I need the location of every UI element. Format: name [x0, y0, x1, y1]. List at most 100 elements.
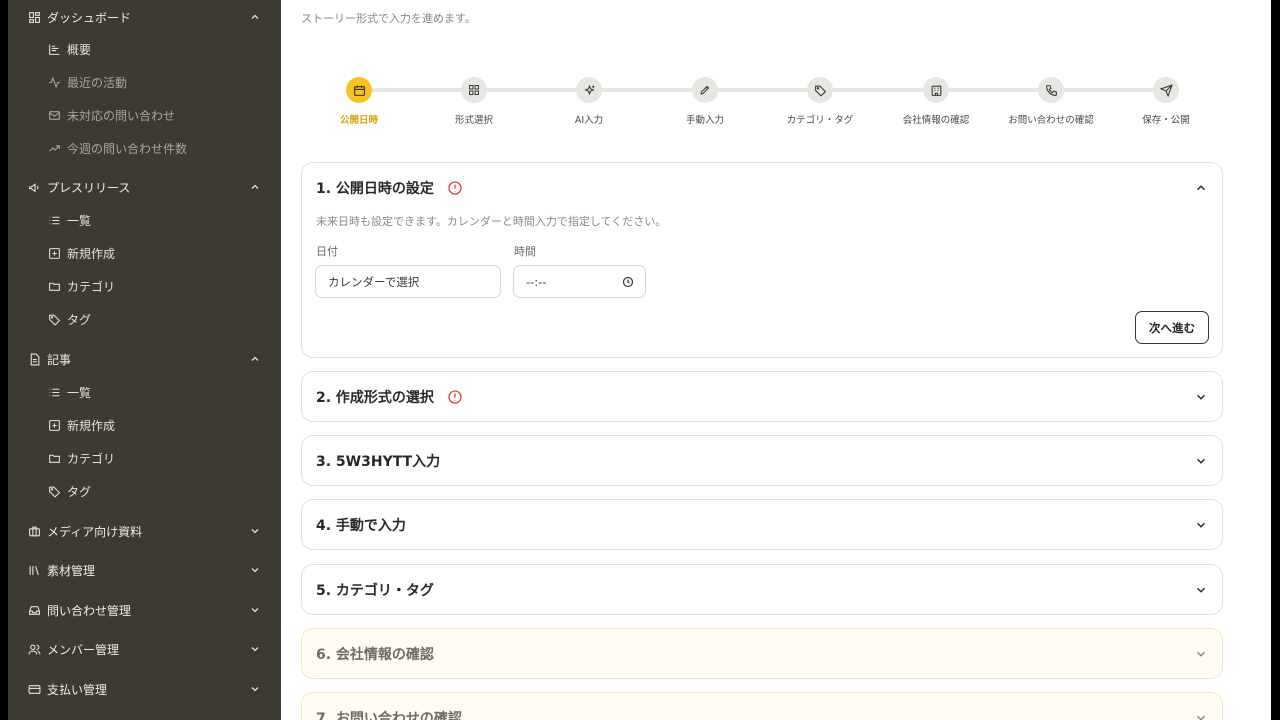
- step-ai-input[interactable]: AI入力: [529, 70, 649, 126]
- chevron-down-icon[interactable]: [1194, 711, 1208, 720]
- date-placeholder: カレンダーで選択: [328, 274, 420, 289]
- tags-icon: [807, 77, 833, 103]
- clock-icon: [622, 276, 634, 288]
- chevron-up-icon[interactable]: [1194, 181, 1208, 195]
- step-category-tag[interactable]: カテゴリ・タグ: [760, 70, 880, 126]
- section-contact-info[interactable]: 7. お問い合わせの確認: [301, 692, 1223, 720]
- section-title: 4. 手動で入力: [316, 518, 406, 534]
- sidebar-item-press-category[interactable]: カテゴリ: [8, 272, 281, 300]
- chevron-down-icon[interactable]: [1194, 390, 1208, 404]
- folder-icon: [47, 451, 61, 465]
- tag-icon: [47, 484, 61, 498]
- sidebar-section-billing[interactable]: 支払い管理: [8, 674, 281, 704]
- section-header[interactable]: 4. 手動で入力: [316, 515, 406, 535]
- sidebar-item-press-new[interactable]: 新規作成: [8, 239, 281, 267]
- step-label: 保存・公開: [1142, 115, 1190, 126]
- sidebar-item-label: タグ: [67, 312, 92, 327]
- chevron-down-icon[interactable]: [1194, 454, 1208, 468]
- sidebar-section-label: プレスリリース: [47, 180, 131, 195]
- building-icon: [923, 77, 949, 103]
- chevron-up-icon: [249, 353, 261, 365]
- sidebar-item-weekly-inquiries[interactable]: 今週の問い合わせ件数: [8, 134, 281, 162]
- sidebar-item-label: タグ: [67, 484, 92, 499]
- chevron-down-icon: [249, 604, 261, 616]
- document-icon: [27, 352, 41, 366]
- step-format[interactable]: 形式選択: [414, 70, 534, 126]
- section-publish-date: 1. 公開日時の設定 未来日時も設定できます。カレンダーと時間入力で指定してくだ…: [301, 162, 1223, 358]
- sidebar-section-dashboard[interactable]: ダッシュボード: [8, 2, 281, 32]
- sidebar-item-label: カテゴリ: [67, 279, 116, 294]
- chevron-down-icon: [249, 525, 261, 537]
- sidebar-item-press-list[interactable]: 一覧: [8, 206, 281, 234]
- library-icon: [27, 563, 41, 577]
- sidebar-item-overview[interactable]: 概要: [8, 35, 281, 63]
- section-company-info[interactable]: 6. 会社情報の確認: [301, 628, 1223, 679]
- chevron-down-icon[interactable]: [1194, 647, 1208, 661]
- send-icon: [1153, 77, 1179, 103]
- chart-icon: [47, 42, 61, 56]
- step-label: 手動入力: [685, 115, 724, 126]
- section-header[interactable]: 7. お問い合わせの確認: [316, 708, 462, 720]
- sidebar-section-label: メディア向け資料: [47, 524, 143, 539]
- step-contact-info[interactable]: お問い合わせの確認: [991, 70, 1111, 126]
- section-header[interactable]: 5. カテゴリ・タグ: [316, 580, 434, 600]
- sidebar-section-label: 問い合わせ管理: [47, 603, 132, 618]
- sidebar-item-label: 一覧: [67, 385, 92, 400]
- sidebar-item-article-tag[interactable]: タグ: [8, 477, 281, 505]
- alert-circle-icon: [447, 180, 463, 196]
- section-5w3h-input[interactable]: 3. 5W3HYTT入力: [301, 435, 1223, 486]
- section-header[interactable]: 2. 作成形式の選択: [316, 387, 463, 407]
- sidebar-section-label: 記事: [47, 352, 72, 367]
- sidebar-item-article-new[interactable]: 新規作成: [8, 411, 281, 439]
- sidebar-item-label: 一覧: [67, 213, 92, 228]
- sidebar-item-press-tag[interactable]: タグ: [8, 305, 281, 333]
- chevron-down-icon: [249, 683, 261, 695]
- sidebar-item-unanswered-inquiries[interactable]: 未対応の問い合わせ: [8, 101, 281, 129]
- page-subtitle: ストーリー形式で入力を進めます。: [301, 12, 476, 25]
- step-manual-input[interactable]: 手動入力: [645, 70, 765, 126]
- phone-icon: [1038, 77, 1064, 103]
- step-label: 公開日時: [339, 115, 378, 126]
- window-edge: [1271, 0, 1280, 720]
- date-picker-input[interactable]: カレンダーで選択: [315, 265, 501, 298]
- section-manual-input[interactable]: 4. 手動で入力: [301, 499, 1223, 550]
- sidebar-item-label: 今週の問い合わせ件数: [67, 141, 188, 156]
- sidebar-section-inquiries[interactable]: 問い合わせ管理: [8, 595, 281, 625]
- sidebar-section-article[interactable]: 記事: [8, 344, 281, 374]
- folder-icon: [47, 279, 61, 293]
- section-header[interactable]: 6. 会社情報の確認: [316, 644, 434, 664]
- section-header[interactable]: 3. 5W3HYTT入力: [316, 451, 440, 471]
- sidebar-section-label: 支払い管理: [47, 682, 108, 697]
- alert-circle-icon: [447, 389, 463, 405]
- megaphone-icon: [27, 180, 41, 194]
- chevron-down-icon[interactable]: [1194, 583, 1208, 597]
- section-header[interactable]: 1. 公開日時の設定: [316, 178, 463, 198]
- sidebar-section-press-release[interactable]: プレスリリース: [8, 172, 281, 202]
- main-content: ストーリー形式で入力を進めます。 公開日時 形式選択 AI入力 手動入力 カテゴ…: [281, 0, 1271, 720]
- sidebar-item-article-category[interactable]: カテゴリ: [8, 444, 281, 472]
- next-button[interactable]: 次へ進む: [1135, 311, 1209, 344]
- inbox-icon: [27, 603, 41, 617]
- section-title: 6. 会社情報の確認: [316, 647, 434, 663]
- sidebar-item-recent-activity[interactable]: 最近の活動: [8, 68, 281, 96]
- chevron-down-icon[interactable]: [1194, 518, 1208, 532]
- progress-stepper: 公開日時 形式選択 AI入力 手動入力 カテゴリ・タグ 会社情報の確認 お問い合…: [301, 70, 1251, 130]
- step-company-info[interactable]: 会社情報の確認: [876, 70, 996, 126]
- sidebar-section-media-kit[interactable]: メディア向け資料: [8, 516, 281, 546]
- plus-square-icon: [47, 418, 61, 432]
- sidebar-item-label: 新規作成: [67, 418, 116, 433]
- section-title: 1. 公開日時の設定: [316, 181, 434, 197]
- date-label: 日付: [316, 245, 338, 258]
- step-save-publish[interactable]: 保存・公開: [1106, 70, 1226, 126]
- sidebar-item-label: 概要: [67, 42, 92, 57]
- sidebar-item-article-list[interactable]: 一覧: [8, 378, 281, 406]
- section-description: 未来日時も設定できます。カレンダーと時間入力で指定してください。: [316, 215, 667, 228]
- section-format-selection[interactable]: 2. 作成形式の選択: [301, 371, 1223, 422]
- step-label: 会社情報の確認: [902, 115, 970, 126]
- sidebar-section-label: 素材管理: [47, 563, 96, 578]
- time-input[interactable]: --:--: [513, 265, 646, 298]
- sidebar-section-members[interactable]: メンバー管理: [8, 634, 281, 664]
- sidebar-section-assets[interactable]: 素材管理: [8, 555, 281, 585]
- step-publish-date[interactable]: 公開日時: [299, 70, 419, 126]
- section-category-tag[interactable]: 5. カテゴリ・タグ: [301, 564, 1223, 615]
